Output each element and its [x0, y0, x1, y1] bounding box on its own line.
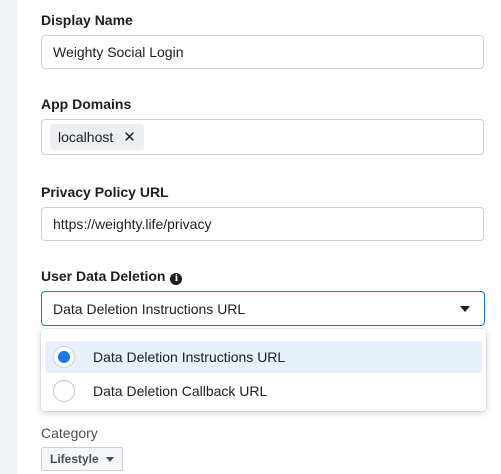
- caret-down-icon: [460, 306, 470, 312]
- category-dropdown-button[interactable]: Lifestyle: [41, 447, 123, 471]
- user-data-deletion-label: User Data Deletion: [41, 268, 166, 284]
- close-icon[interactable]: ✕: [123, 128, 136, 146]
- option-callback-url[interactable]: Data Deletion Callback URL: [45, 375, 482, 407]
- privacy-policy-label: Privacy Policy URL: [41, 184, 169, 200]
- domain-tag: localhost ✕: [50, 124, 144, 150]
- radio-empty-icon: [53, 380, 75, 402]
- user-data-deletion-label-row: User Data Deletion i: [41, 268, 183, 285]
- option-label: Data Deletion Callback URL: [93, 383, 268, 399]
- deletion-options-dropdown: Data Deletion Instructions URL Data Dele…: [41, 329, 486, 411]
- option-instructions-url[interactable]: Data Deletion Instructions URL: [45, 341, 482, 373]
- category-value: Lifestyle: [50, 452, 99, 466]
- display-name-field[interactable]: Weighty Social Login: [41, 35, 484, 69]
- privacy-policy-value: https://weighty.life/privacy: [53, 216, 212, 232]
- display-name-label: Display Name: [41, 12, 133, 28]
- display-name-value: Weighty Social Login: [53, 44, 184, 60]
- app-domains-field[interactable]: localhost ✕: [41, 119, 484, 155]
- privacy-policy-field[interactable]: https://weighty.life/privacy: [41, 207, 484, 241]
- radio-selected-icon: [53, 346, 75, 368]
- info-icon[interactable]: i: [170, 273, 183, 285]
- option-label: Data Deletion Instructions URL: [93, 349, 286, 365]
- chevron-down-icon: [105, 456, 114, 462]
- app-domains-label: App Domains: [41, 96, 132, 112]
- domain-tag-label: localhost: [58, 129, 114, 145]
- category-label: Category: [41, 425, 98, 441]
- selected-option-text: Data Deletion Instructions URL: [53, 300, 246, 317]
- user-data-deletion-select[interactable]: Data Deletion Instructions URL: [41, 291, 485, 326]
